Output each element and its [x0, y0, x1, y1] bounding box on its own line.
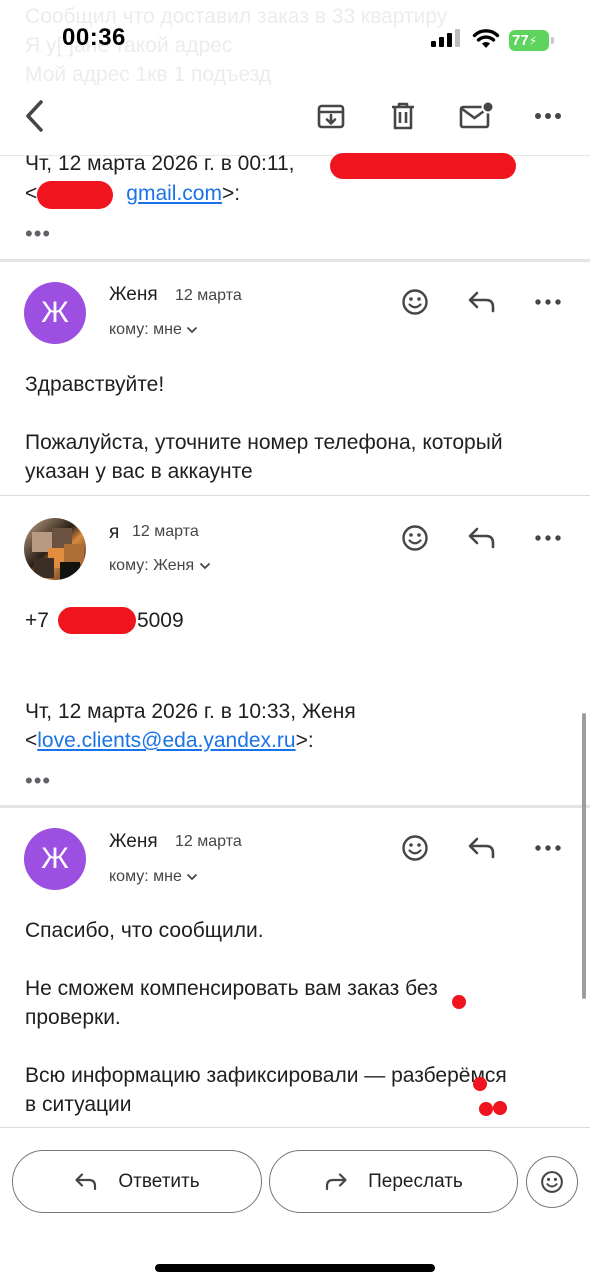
more-horizontal-icon — [535, 535, 561, 541]
recipients-toggle[interactable]: кому: Женя — [109, 557, 211, 575]
message-body-line: Всю информацию зафиксировали — разберёмс… — [25, 1064, 507, 1087]
reply-icon — [468, 527, 495, 549]
delete-button[interactable] — [383, 96, 423, 136]
status-time: 00:36 — [62, 24, 126, 51]
message-more-button[interactable] — [528, 518, 568, 558]
redaction-mark — [37, 181, 113, 209]
message-body-line: Не сможем компенсировать вам заказ без — [25, 977, 438, 1000]
show-quoted-text-button[interactable]: ••• — [25, 223, 51, 245]
message-body-line: проверки. — [25, 1006, 121, 1029]
archive-icon — [317, 104, 345, 129]
message-body-line: Спасибо, что сообщили. — [25, 919, 264, 942]
message-divider — [0, 495, 590, 496]
message-date: 12 марта — [175, 833, 242, 850]
phone-suffix: 5009 — [136, 609, 184, 632]
recipients-label: кому: Женя — [109, 557, 195, 574]
reply-button[interactable] — [462, 828, 502, 868]
quoted-email-link[interactable]: gmail.com — [126, 182, 222, 205]
forward-icon — [326, 1172, 347, 1190]
annotation-dot — [479, 1102, 493, 1116]
message-more-button[interactable] — [528, 282, 568, 322]
sender-avatar[interactable]: Ж — [24, 828, 86, 890]
recipients-toggle[interactable]: кому: мне — [109, 321, 198, 339]
more-horizontal-icon — [535, 845, 561, 851]
annotation-dot — [452, 995, 466, 1009]
chevron-down-icon — [187, 873, 198, 881]
sender-name[interactable]: Женя — [109, 284, 158, 306]
reaction-button[interactable] — [395, 518, 435, 558]
chevron-down-icon — [199, 562, 210, 570]
cellular-signal-icon — [431, 29, 460, 47]
reply-action-button[interactable]: Ответить — [12, 1150, 262, 1213]
message-divider — [0, 259, 590, 262]
bracket-open: < — [25, 182, 38, 205]
chevron-down-icon — [187, 326, 198, 334]
annotation-dot — [473, 1077, 487, 1091]
quoted-header-date: Чт, 12 марта 2026 г. в 00:11, — [25, 152, 295, 175]
forward-label: Переслать — [368, 1170, 463, 1192]
mail-unread-icon — [459, 101, 493, 129]
reply-label: Ответить — [118, 1170, 200, 1192]
message-more-button[interactable] — [528, 828, 568, 868]
message-body-line: указан у вас в аккаунте — [25, 460, 253, 483]
reply-button[interactable] — [462, 282, 502, 322]
emoji-smile-icon — [402, 525, 428, 551]
phone-prefix: +7 — [25, 609, 49, 632]
scrollbar[interactable] — [582, 713, 586, 999]
more-options-button[interactable] — [528, 96, 568, 136]
bracket-close: >: — [295, 729, 314, 752]
bracket-open: < — [25, 729, 38, 752]
quoted-email-link[interactable]: love.clients@eda.yandex.ru — [37, 729, 295, 752]
back-button[interactable] — [14, 96, 54, 136]
battery-indicator: 77⚡ — [509, 30, 554, 51]
sender-name[interactable]: я — [109, 522, 119, 544]
recipients-label: кому: мне — [109, 321, 182, 338]
sender-avatar[interactable]: Ж — [24, 282, 86, 344]
show-quoted-text-button[interactable]: ••• — [25, 770, 51, 792]
message-body-line: в ситуации — [25, 1093, 132, 1116]
background-text-line: Мой адрес 1кв 1 подъезд — [25, 63, 272, 86]
recipients-label: кому: мне — [109, 868, 182, 885]
message-body-line: Здравствуйте! — [25, 373, 165, 396]
message-date: 12 марта — [175, 287, 242, 304]
redaction-mark — [58, 607, 136, 634]
mark-unread-button[interactable] — [456, 96, 496, 136]
emoji-smile-icon — [402, 289, 428, 315]
reaction-button[interactable] — [395, 282, 435, 322]
emoji-smile-icon — [402, 835, 428, 861]
bottom-bar-divider — [0, 1127, 590, 1128]
sender-name[interactable]: Женя — [109, 831, 158, 853]
trash-icon — [392, 102, 414, 130]
redaction-mark — [330, 153, 516, 179]
reply-button[interactable] — [462, 518, 502, 558]
home-indicator[interactable] — [155, 1264, 435, 1272]
archive-button[interactable] — [311, 96, 351, 136]
my-avatar[interactable] — [24, 518, 86, 580]
message-divider — [0, 805, 590, 808]
recipients-toggle[interactable]: кому: мне — [109, 868, 198, 886]
more-horizontal-icon — [535, 299, 561, 305]
forward-action-button[interactable]: Переслать — [269, 1150, 518, 1213]
annotation-dot — [493, 1101, 507, 1115]
quoted-header-date: Чт, 12 марта 2026 г. в 10:33, Женя — [25, 700, 356, 723]
emoji-smile-icon — [541, 1171, 563, 1193]
more-horizontal-icon — [535, 113, 561, 119]
background-text-line: Я у[ ]ане такой адрес — [25, 34, 233, 57]
message-date: 12 марта — [132, 523, 199, 540]
bracket-close: >: — [221, 182, 241, 205]
reply-icon — [468, 837, 495, 859]
emoji-reaction-button[interactable] — [526, 1156, 578, 1208]
quoted-email-line: <love.clients@eda.yandex.ru>: — [25, 726, 314, 755]
battery-level: 77 — [512, 32, 529, 49]
message-body-line: Пожалуйста, уточните номер телефона, кот… — [25, 431, 503, 454]
reaction-button[interactable] — [395, 828, 435, 868]
wifi-icon — [472, 29, 500, 48]
reply-icon — [468, 291, 495, 313]
reply-icon — [75, 1172, 97, 1190]
chevron-left-icon — [26, 100, 43, 132]
